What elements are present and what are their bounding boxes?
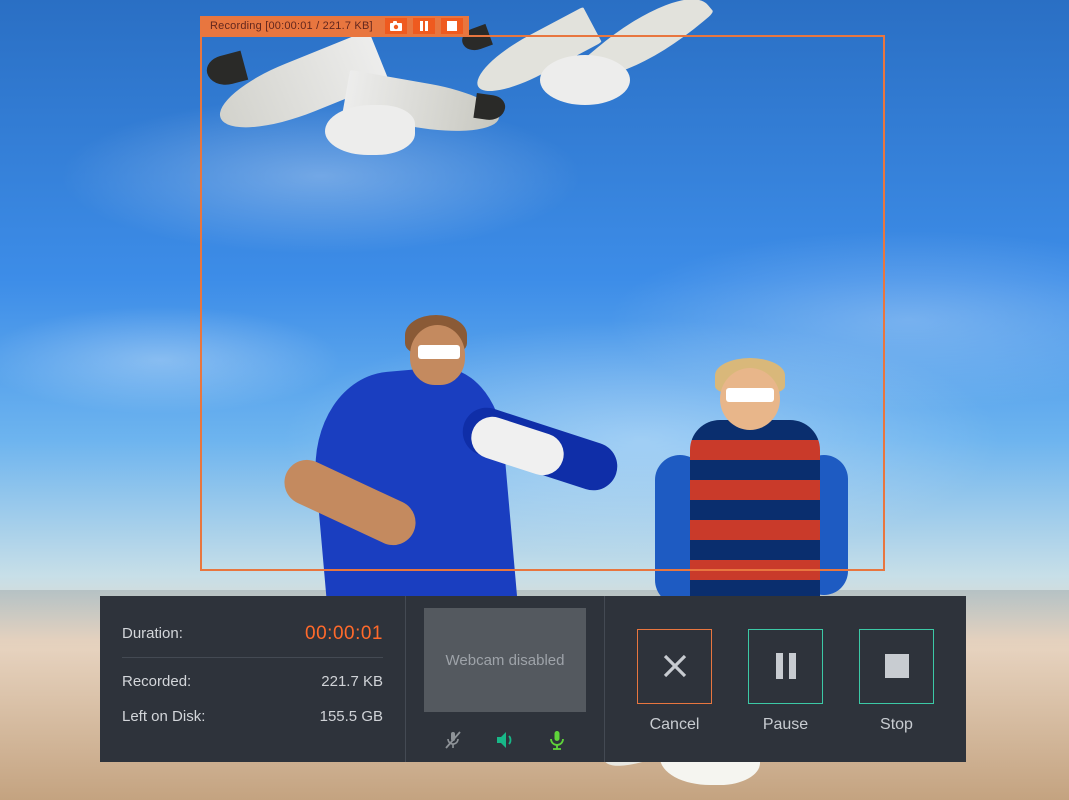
stop-icon bbox=[884, 653, 910, 679]
screenshot-mini-button[interactable] bbox=[385, 18, 407, 34]
stats-pane: Duration: 00:00:01 Recorded: 221.7 KB Le… bbox=[100, 596, 405, 762]
pause-mini-button[interactable] bbox=[413, 18, 435, 34]
recorded-label: Recorded: bbox=[122, 673, 191, 690]
pause-button[interactable] bbox=[748, 629, 823, 704]
close-icon bbox=[660, 651, 690, 681]
stop-button[interactable] bbox=[859, 629, 934, 704]
microphone-slash-icon bbox=[443, 730, 463, 750]
microphone-toggle[interactable] bbox=[546, 729, 568, 751]
recording-frame[interactable] bbox=[200, 35, 885, 571]
disk-value: 155.5 GB bbox=[320, 708, 383, 725]
duration-label: Duration: bbox=[122, 625, 183, 642]
stop-icon bbox=[447, 21, 457, 31]
webcam-preview[interactable]: Webcam disabled bbox=[424, 608, 586, 712]
pause-label: Pause bbox=[763, 716, 808, 734]
microphone-icon bbox=[548, 730, 566, 750]
cancel-action: Cancel bbox=[637, 629, 712, 734]
cancel-button[interactable] bbox=[637, 629, 712, 704]
microphone-muted-toggle[interactable] bbox=[442, 729, 464, 751]
pause-action: Pause bbox=[748, 629, 823, 734]
speaker-toggle[interactable] bbox=[494, 729, 516, 751]
recorded-value: 221.7 KB bbox=[321, 673, 383, 690]
pause-icon bbox=[773, 651, 799, 681]
disk-label: Left on Disk: bbox=[122, 708, 205, 725]
cancel-label: Cancel bbox=[650, 716, 700, 734]
recording-status-text: Recording [00:00:01 / 221.7 KB] bbox=[210, 20, 373, 32]
webcam-pane: Webcam disabled bbox=[405, 596, 605, 762]
recording-status-bar: Recording [00:00:01 / 221.7 KB] bbox=[200, 16, 469, 36]
stop-action: Stop bbox=[859, 629, 934, 734]
action-buttons-pane: Cancel Pause Stop bbox=[605, 596, 966, 762]
duration-value: 00:00:01 bbox=[305, 623, 383, 645]
pause-icon bbox=[419, 21, 429, 31]
webcam-status-text: Webcam disabled bbox=[446, 650, 565, 671]
stop-mini-button[interactable] bbox=[441, 18, 463, 34]
stop-label: Stop bbox=[880, 716, 913, 734]
webcam-icon-row bbox=[406, 718, 604, 762]
control-panel: Duration: 00:00:01 Recorded: 221.7 KB Le… bbox=[100, 596, 966, 762]
speaker-icon bbox=[495, 731, 515, 749]
camera-icon bbox=[390, 21, 402, 31]
